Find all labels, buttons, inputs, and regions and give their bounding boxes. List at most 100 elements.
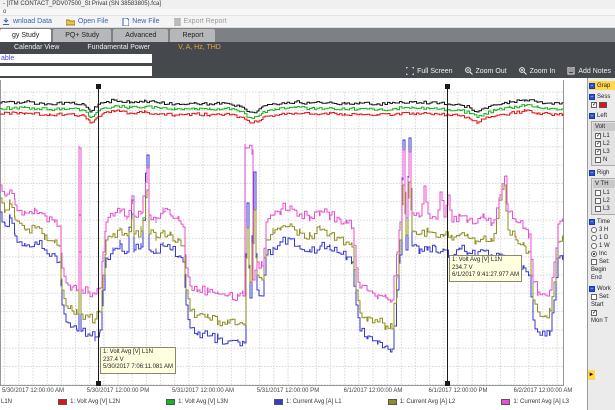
filter-input[interactable]	[0, 66, 152, 76]
x-axis-tick-labels: 5/30/2017 12:00:00 AM5/30/2017 12:00:00 …	[0, 388, 587, 396]
x-tick-label: 6/1/2017 12:00:00 PM	[428, 388, 487, 394]
download-icon	[2, 18, 10, 26]
checkbox[interactable]: ✓	[595, 141, 601, 147]
tooltip-line: 237.4 V	[103, 357, 173, 365]
cursor-tooltip-2: 1: Volt Avg [V] L1N234.7 V6/1/2017 9:41:…	[449, 255, 522, 282]
checkbox[interactable]	[595, 198, 601, 204]
section-header-left[interactable]: −Left	[589, 111, 615, 120]
row-label: Mon T	[591, 318, 608, 324]
collapse-icon[interactable]: −	[589, 219, 595, 225]
section-label: Work	[597, 286, 611, 292]
zoom-in-button[interactable]: Zoom In	[519, 67, 556, 75]
checkbox[interactable]: ✓	[595, 133, 601, 139]
checkbox[interactable]: ✓	[591, 102, 597, 108]
section-header-work[interactable]: −Work	[589, 284, 615, 293]
chart-view-toolbar: Full Screen Zoom Out Zoom In Add Notes	[406, 64, 611, 78]
section-header-righ[interactable]: −Righ	[589, 168, 615, 177]
legend-label: 1: Current Avg [A] L2	[400, 399, 456, 405]
tab-pq-study[interactable]: PQ+ Study	[53, 29, 111, 42]
sidebar-row: Begin	[591, 266, 615, 274]
legend-item[interactable]: 1: Volt Avg [V] L2N	[58, 399, 120, 405]
tab-gy-study[interactable]: gy Study	[0, 29, 51, 42]
checkbox[interactable]	[591, 294, 597, 300]
wnload-data-button[interactable]: wnload Data	[2, 18, 52, 26]
cursor-bottom-handle[interactable]	[445, 381, 450, 386]
section-header-sess[interactable]: −Sess	[589, 92, 615, 101]
axis-channel-panel: V THL1L2L3	[591, 178, 615, 215]
row-label: Set:	[599, 294, 610, 300]
channel-label: L3	[603, 149, 610, 155]
radio-button[interactable]	[591, 235, 597, 241]
export-report-button: Export Report	[174, 18, 227, 26]
checkbox[interactable]	[595, 206, 601, 212]
cursor-tooltip-1: 1: Volt Avg [V] L1N237.4 V5/30/2017 7:06…	[100, 347, 176, 374]
cursor-bottom-handle[interactable]	[96, 381, 101, 386]
collapse-icon[interactable]: −	[589, 83, 595, 89]
add-notes-icon	[567, 67, 575, 75]
radio-button[interactable]	[591, 243, 597, 249]
cursor-top-handle[interactable]	[445, 84, 450, 89]
radio-button[interactable]	[591, 251, 597, 257]
radio-button[interactable]	[591, 227, 597, 233]
toolbar-button-label: Export Report	[184, 18, 227, 25]
axis-channel-panel: Volt✓L1✓L2✓L3N	[591, 121, 615, 166]
x-tick-label: 6/2/2017 12:00:00 AM	[514, 388, 573, 394]
open-folder-icon	[66, 18, 75, 26]
legend-label: 1: Volt Avg [V] L3N	[178, 399, 228, 405]
legend-label: L1N	[1, 399, 12, 405]
checkbox[interactable]: ✓	[591, 310, 597, 316]
section-header-grap[interactable]: −Grap	[589, 81, 615, 90]
nav-item-v-a-hz-thd[interactable]: V, A, Hz, THD	[164, 44, 235, 51]
chart-area[interactable]: 5/30/2017 12:00:00 AM5/30/2017 12:00:00 …	[0, 78, 587, 410]
x-tick-label: 6/1/2017 12:00:00 AM	[344, 388, 403, 394]
sidebar-row: Start	[591, 301, 615, 309]
sidebar-row: Mon T	[591, 317, 615, 325]
legend-item[interactable]: 1: Current Avg [A] L1	[274, 399, 342, 405]
time-series-plot[interactable]	[0, 78, 587, 410]
zoom-out-button[interactable]: Zoom Out	[465, 67, 507, 75]
add-notes-button[interactable]: Add Notes	[567, 67, 611, 75]
new-file-button[interactable]: New File	[122, 18, 159, 26]
panel-title: V TH	[593, 180, 615, 188]
collapse-icon[interactable]: −	[589, 170, 595, 176]
section-header-time[interactable]: −Time	[589, 217, 615, 226]
toolbar-button-label: wnload Data	[13, 18, 52, 25]
x-tick-label: 5/31/2017 12:00:00 PM	[257, 388, 319, 394]
collapse-icon[interactable]: −	[589, 113, 595, 119]
section-label: Sess	[597, 94, 610, 100]
checkbox[interactable]	[595, 157, 601, 163]
full-screen-button[interactable]: Full Screen	[406, 67, 452, 75]
nav-item-calendar-view[interactable]: Calendar View	[0, 44, 73, 51]
view-button-label: Full Screen	[417, 68, 452, 75]
x-tick-label: 5/31/2017 12:00:00 AM	[172, 388, 234, 394]
sidebar-row: Inc	[591, 250, 615, 258]
section-label: Time	[597, 219, 610, 225]
open-file-button[interactable]: Open File	[66, 18, 108, 26]
tooltip-line: 1: Volt Avg [V] L1N	[452, 257, 519, 265]
tab-report[interactable]: Report	[170, 29, 215, 42]
checkbox[interactable]	[595, 190, 601, 196]
legend-item[interactable]: 1: Current Avg [A] L2	[388, 399, 456, 405]
checkbox[interactable]: ✓	[595, 149, 601, 155]
legend-swatch	[388, 399, 397, 405]
cursor-2[interactable]	[447, 86, 448, 385]
checkbox[interactable]	[591, 259, 597, 265]
legend-label: 1: Volt Avg [V] L2N	[70, 399, 120, 405]
legend-item[interactable]: 1: Volt Avg [V] L3N	[166, 399, 228, 405]
legend-item[interactable]: L1N	[1, 399, 12, 405]
collapse-icon[interactable]: −	[589, 286, 595, 292]
nav-item-fundamental-power[interactable]: Fundamental Power	[73, 44, 164, 51]
cursor-top-handle[interactable]	[96, 84, 101, 89]
tab-strip: gy StudyPQ+ StudyAdvancedReport	[0, 28, 615, 42]
menu-bar[interactable]: o	[0, 9, 615, 16]
table-link[interactable]: able	[0, 54, 152, 63]
legend-item[interactable]: 1: Current Avg [A] L3	[501, 399, 569, 405]
collapse-icon[interactable]: −	[589, 94, 595, 100]
sidebar-row: End	[591, 274, 615, 282]
tab-advanced[interactable]: Advanced	[113, 29, 168, 42]
cursor-1[interactable]	[98, 86, 99, 385]
panel-expand-handle[interactable]: ►	[588, 370, 595, 380]
view-nav-bar: Calendar ViewFundamental PowerV, A, Hz, …	[0, 42, 615, 53]
panel-title: Volt	[593, 123, 615, 131]
row-label: Start	[591, 302, 604, 308]
